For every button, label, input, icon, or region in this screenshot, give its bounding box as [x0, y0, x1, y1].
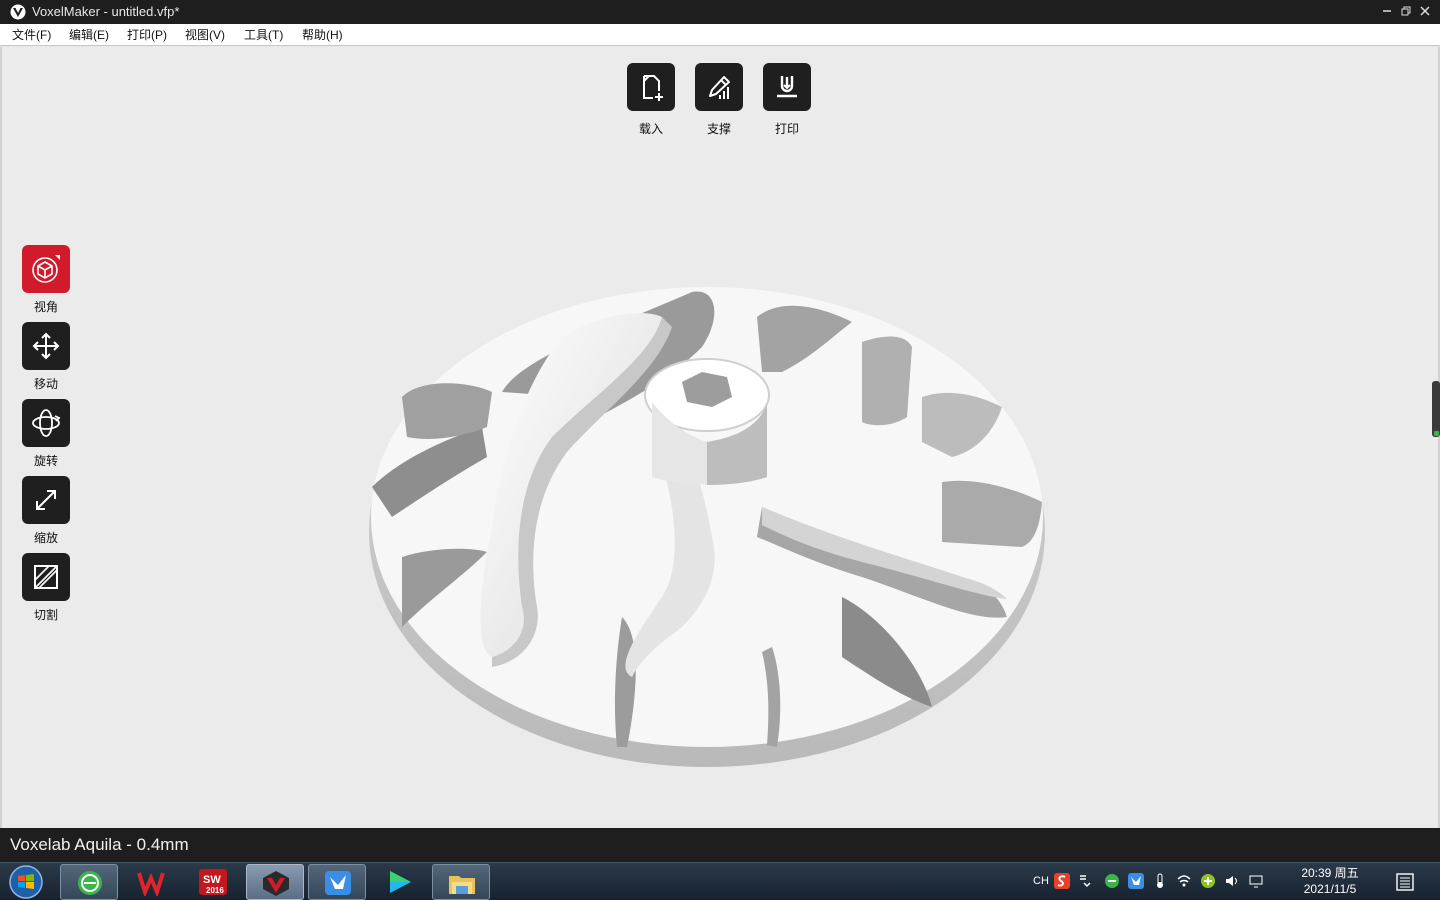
menu-print[interactable]: 打印(P) [125, 24, 169, 46]
menu-help[interactable]: 帮助(H) [300, 24, 345, 46]
taskbar-browser[interactable] [60, 864, 118, 900]
cut-slice-icon [34, 565, 58, 589]
sogou-ime-icon[interactable] [1054, 873, 1070, 889]
view-button[interactable] [22, 245, 70, 293]
move-label: 移动 [33, 377, 58, 391]
taskbar-feishu[interactable] [308, 864, 366, 900]
status-bar: Voxelab Aquila - 0.4mm [0, 828, 1440, 862]
scale-diagonal-icon [36, 490, 56, 510]
print-label: 打印 [774, 122, 799, 136]
feishu-icon [325, 871, 351, 895]
tray-browser-icon[interactable] [1104, 873, 1120, 889]
rotate-label: 旋转 [33, 454, 58, 468]
menu-tools[interactable]: 工具(T) [242, 24, 285, 46]
print-button[interactable] [763, 63, 811, 111]
file-explorer-icon [449, 876, 475, 894]
taskbar-clock[interactable]: 20:39 周五 2021/11/5 [1286, 865, 1374, 897]
tray-feishu-icon[interactable] [1128, 873, 1144, 889]
network-icon[interactable] [1176, 873, 1192, 889]
voxelmaker-icon [263, 871, 289, 896]
minimize-button[interactable] [1378, 2, 1396, 22]
print-download-icon [777, 76, 797, 98]
taskbar-file-explorer[interactable] [432, 864, 490, 900]
solidworks-icon: SW 2016 [199, 869, 227, 895]
menu-view[interactable]: 视图(V) [183, 24, 227, 46]
taskbar-solidworks[interactable]: SW 2016 [184, 864, 242, 900]
video-player-icon [390, 871, 411, 893]
restore-icon [1401, 6, 1411, 16]
minimize-icon [1383, 10, 1391, 12]
sw-label: SW [203, 874, 221, 886]
taskbar-video-player[interactable] [370, 864, 428, 900]
menu-edit[interactable]: 编辑(E) [67, 24, 111, 46]
support-button[interactable] [695, 63, 743, 111]
rotate-button[interactable] [22, 399, 70, 447]
load-label: 载入 [638, 122, 663, 136]
cube-view-icon [32, 255, 60, 283]
close-icon [1420, 6, 1430, 16]
load-button[interactable] [627, 63, 675, 111]
temperature-icon[interactable] [1152, 873, 1168, 889]
3d-viewport[interactable]: 载入 支撑 打印 视角 移动 旋转 缩放 切割 [0, 47, 1440, 828]
display-icon[interactable] [1248, 873, 1264, 889]
menu-bar: 文件(F) 编辑(E) 打印(P) 视图(V) 工具(T) 帮助(H) [0, 24, 1440, 46]
move-button[interactable] [22, 322, 70, 370]
pen-support-icon [709, 76, 730, 99]
cut-label: 切割 [33, 608, 58, 622]
scale-label: 缩放 [33, 531, 58, 545]
scale-button[interactable] [22, 476, 70, 524]
browser-icon [78, 871, 102, 895]
view-label: 视角 [33, 300, 58, 314]
impeller-model[interactable] [362, 277, 1062, 777]
viewport-scrollbar[interactable] [1432, 381, 1440, 437]
clock-time: 20:39 周五 [1301, 866, 1359, 880]
security-shield-icon[interactable] [1200, 873, 1216, 889]
window-title: VoxelMaker - untitled.vfp* [32, 4, 180, 19]
voxelmaker-logo-icon [10, 4, 26, 20]
cut-button[interactable] [22, 553, 70, 601]
support-label: 支撑 [706, 122, 731, 136]
move-arrows-icon [32, 332, 60, 360]
scroll-indicator [1434, 431, 1439, 436]
file-add-icon [643, 75, 663, 101]
ime-settings-icon[interactable] [1076, 873, 1092, 889]
ime-indicator[interactable]: CH [1032, 873, 1050, 889]
volume-icon[interactable] [1224, 873, 1240, 889]
clock-date: 2021/11/5 [1303, 882, 1357, 896]
printer-profile[interactable]: Voxelab Aquila - 0.4mm [10, 835, 189, 855]
taskbar-wps[interactable] [122, 864, 180, 900]
menu-file[interactable]: 文件(F) [10, 24, 53, 46]
action-center-icon[interactable] [1396, 873, 1414, 891]
wps-icon [137, 872, 165, 896]
restore-button[interactable] [1397, 2, 1415, 22]
close-button[interactable] [1416, 2, 1434, 22]
sw-year: 2016 [206, 886, 224, 895]
windows-start-icon[interactable] [6, 864, 46, 900]
taskbar-voxelmaker[interactable] [246, 864, 304, 900]
title-bar: VoxelMaker - untitled.vfp* [0, 0, 1440, 24]
rotate-icon [32, 409, 61, 437]
windows-taskbar: SW 2016 CH 20:39 周五 2021/11/5 [0, 862, 1440, 900]
